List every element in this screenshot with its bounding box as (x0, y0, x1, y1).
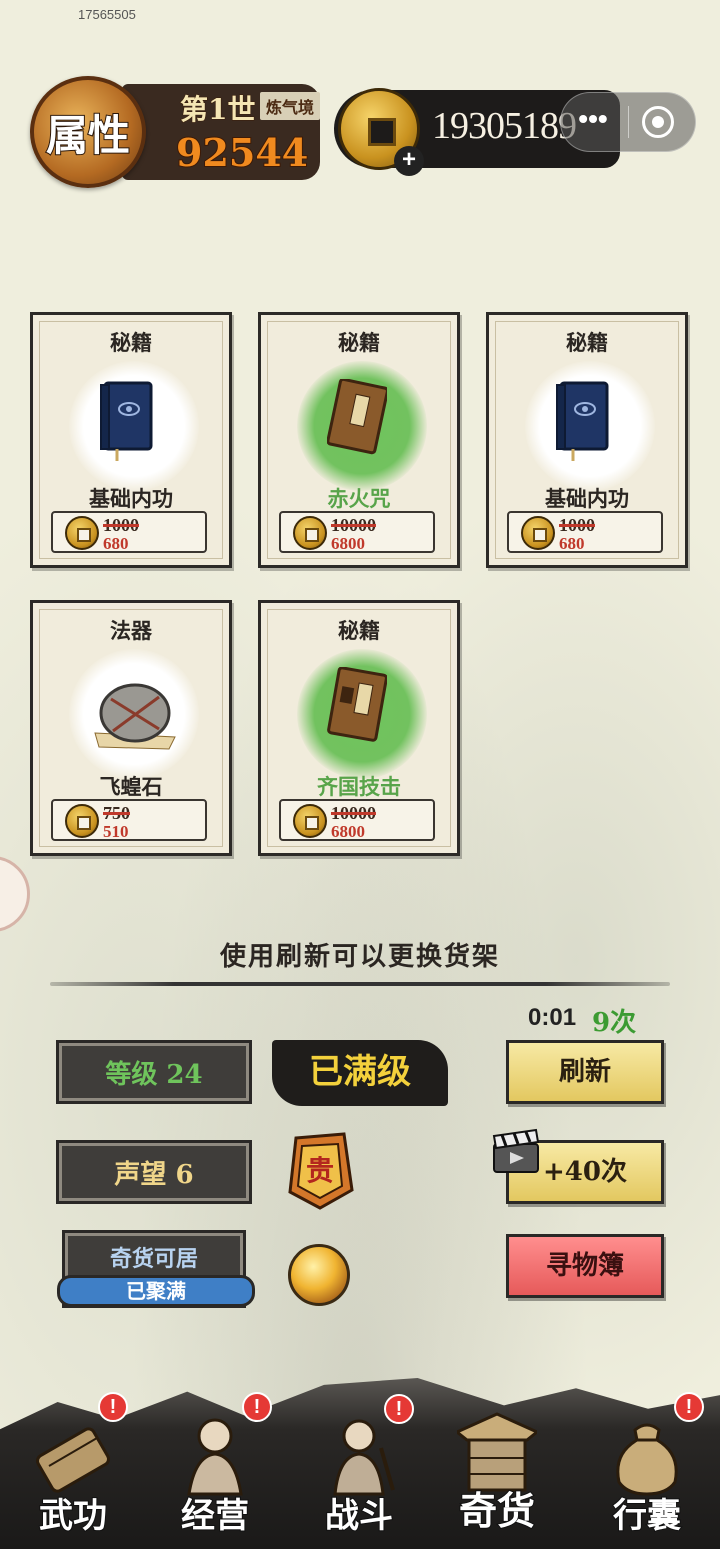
alert-badge: ! (384, 1394, 414, 1424)
discount-price: 680 (103, 534, 129, 553)
qihuo-title: 奇货可居 (109, 1246, 198, 1272)
pouch-icon (616, 1423, 678, 1496)
item-type: 秘籍 (338, 330, 380, 355)
shop-item-card[interactable]: 法器 飞蝗石 750 510 (30, 600, 232, 856)
refresh-times: 9次 (592, 1008, 637, 1038)
shop-item-card[interactable]: 秘籍 齐国技击 10000 6800 (258, 600, 460, 856)
qihuo-status-bar: 已聚满 (57, 1275, 255, 1307)
discount-price: 6800 (331, 534, 365, 553)
discount-price: 6800 (331, 822, 365, 841)
blue-book-icon (556, 381, 609, 461)
item-type: 秘籍 (566, 330, 608, 355)
nav-tab-wugong[interactable]: 武功 ! (8, 1390, 138, 1540)
item-name: 基础内功 (89, 486, 173, 511)
alert-badge: ! (674, 1392, 704, 1422)
nav-tab-zhandou[interactable]: 战斗 ! (294, 1390, 424, 1540)
user-id: 17565505 (78, 7, 136, 22)
nav-label: 经营 (180, 1495, 250, 1537)
item-type: 法器 (110, 618, 152, 643)
honor-char: 贵 (306, 1154, 334, 1187)
realm-badge: 炼气境 (260, 92, 320, 120)
nav-label: 战斗 (324, 1495, 394, 1537)
coin-icon (65, 516, 99, 550)
nav-tab-qihuo[interactable]: 奇货 (432, 1390, 562, 1540)
coin-icon (293, 516, 327, 550)
scroll-bundle-icon (35, 1427, 111, 1493)
nav-label: 武功 (38, 1495, 108, 1537)
honor-plaque-icon[interactable]: 贵 (282, 1130, 358, 1212)
brown-book-icon (327, 379, 387, 455)
price-tag: 1000 680 (51, 511, 207, 553)
discount-price: 510 (103, 822, 129, 841)
refresh-button[interactable]: 刷新 (506, 1040, 664, 1104)
coin-icon (65, 804, 99, 838)
attribute-label: 属性 (45, 110, 131, 161)
more-menu-button[interactable]: ••• (566, 104, 620, 140)
power-value: 92544 (175, 129, 309, 176)
video-clapper-icon (492, 1128, 540, 1173)
shop-item-card[interactable]: 秘籍 基础内功 1000 680 (486, 312, 688, 568)
original-price: 750 (103, 803, 130, 823)
alert-badge: ! (98, 1392, 128, 1422)
shop-item-card[interactable]: 秘籍 赤火咒 10000 6800 (258, 312, 460, 568)
reputation: 声望 6 (56, 1140, 252, 1204)
qihuo-panel[interactable]: 奇货可居 已聚满 (57, 1230, 255, 1308)
price-tag: 10000 6800 (279, 511, 435, 553)
refresh-timer: 0:01 (528, 1004, 577, 1031)
discount-price: 680 (559, 534, 585, 553)
close-miniapp-icon[interactable] (642, 106, 674, 138)
divider (50, 982, 670, 986)
item-name: 基础内功 (545, 486, 629, 511)
golden-orb-icon[interactable] (288, 1244, 350, 1306)
finder-book-button[interactable]: 寻物簿 (506, 1234, 664, 1298)
capsule-divider (628, 106, 629, 138)
nav-label: 行囊 (612, 1495, 682, 1537)
price-tag: 1000 680 (507, 511, 663, 553)
nav-tab-jingying[interactable]: 经营 ! (150, 1390, 280, 1540)
coin-icon (293, 804, 327, 838)
alert-badge: ! (242, 1392, 272, 1422)
price-tag: 10000 6800 (279, 799, 435, 841)
item-type: 秘籍 (338, 618, 380, 643)
attribute-panel[interactable]: 属性 第1世 炼气境 92544 (30, 76, 320, 188)
original-price: 10000 (331, 515, 376, 535)
original-price: 1000 (103, 515, 139, 535)
musician-girl-icon (187, 1418, 243, 1496)
shop-item-card[interactable]: 秘籍 基础内功 1000 680 (30, 312, 232, 568)
swordsman-icon (333, 1419, 395, 1496)
side-float-button[interactable] (0, 856, 30, 932)
add-coin-button[interactable]: + (394, 146, 424, 176)
brown-book-icon (327, 667, 387, 742)
stone-icon (94, 683, 176, 750)
nav-tab-xingnang[interactable]: 行囊 ! (582, 1390, 712, 1540)
item-type: 秘籍 (110, 330, 152, 355)
original-price: 1000 (559, 515, 595, 535)
coin-amount: 19305189 (432, 105, 577, 147)
item-name: 赤火咒 (327, 486, 391, 511)
generation-label: 第1世 (179, 93, 256, 127)
nav-label: 奇货 (458, 1487, 536, 1534)
coin-icon (521, 516, 555, 550)
original-price: 10000 (331, 803, 376, 823)
blue-book-icon (100, 381, 153, 461)
attribute-medal[interactable]: 属性 (30, 76, 146, 188)
price-tag: 750 510 (51, 799, 207, 841)
shop-level: 等级 24 (56, 1040, 252, 1104)
refresh-hint: 使用刷新可以更换货架 (219, 942, 500, 972)
item-name: 齐国技击 (317, 774, 401, 799)
item-name: 飞蝗石 (99, 774, 163, 799)
max-level-label: 已满级 (272, 1040, 448, 1106)
